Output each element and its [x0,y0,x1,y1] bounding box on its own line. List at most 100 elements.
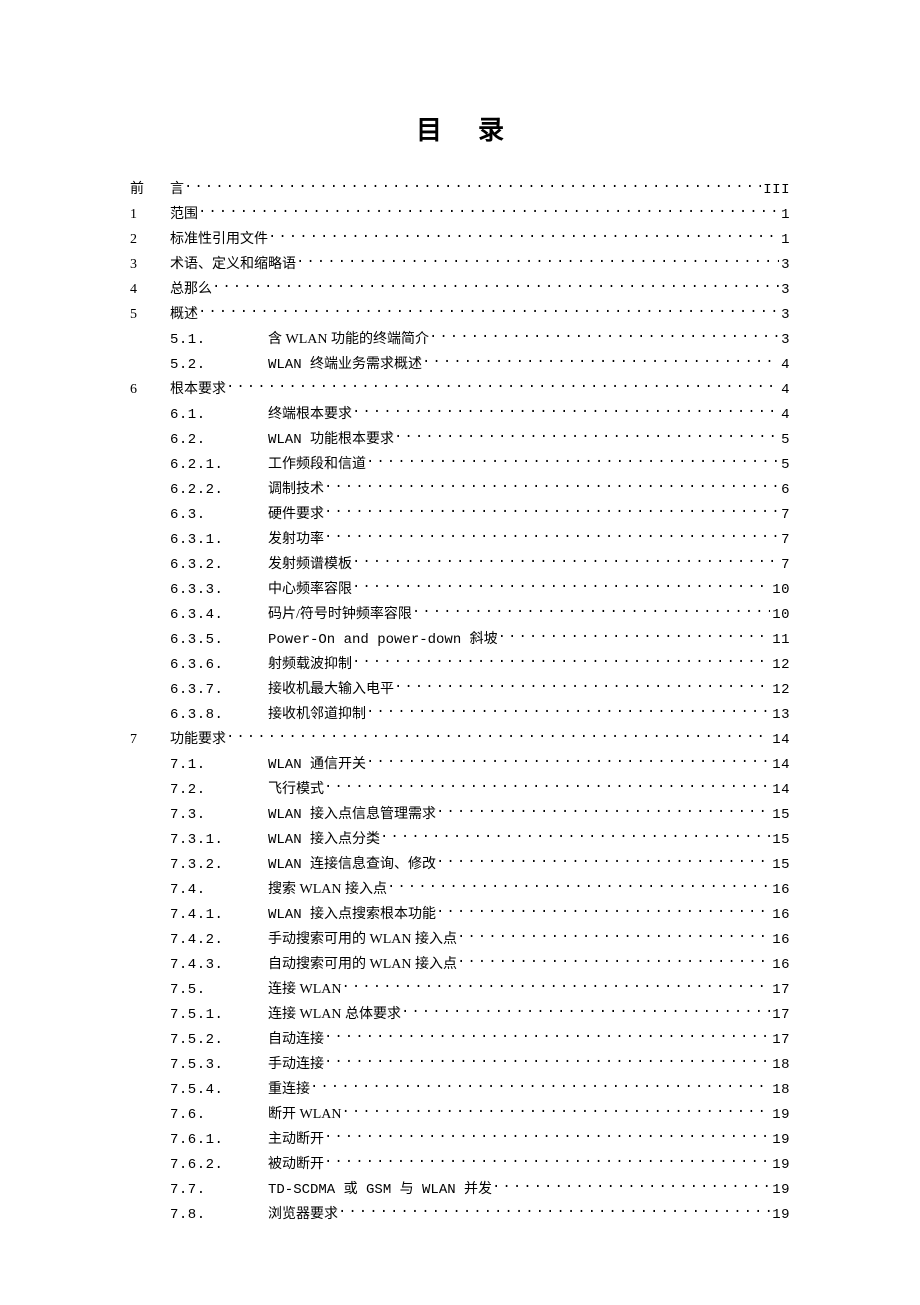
toc-entry: 2标准性引用文件 1 [130,225,790,250]
toc-leader-dots [352,554,779,568]
toc-entry-title: 重连接 [268,1083,310,1097]
toc-section-number: 6.3.2. [170,558,268,572]
toc-entry-title: 被动断开 [268,1158,324,1172]
toc-leader-dots [352,404,779,418]
toc-entry-title: 搜索 WLAN 接入点 [268,883,387,897]
toc-entry: 7.4.3.自动搜索可用的 WLAN 接入点16 [130,950,790,975]
toc-list: 前言III1范围12标准性引用文件13术语、定义和缩略语34总那么35概述35.… [130,175,790,1225]
toc-entry-title: 接收机邻道抑制 [268,708,366,722]
toc-entry-title: 主动断开 [268,1133,324,1147]
toc-leader-dots [352,654,770,668]
toc-page-number: 12 [770,683,790,697]
toc-section-number: 7.3.1. [170,833,268,847]
toc-entry-title: 工作频段和信道 [268,458,366,472]
toc-page-number: 7 [779,508,790,522]
toc-section-number: 6.2.1. [170,458,268,472]
toc-leader-dots [401,1004,770,1018]
toc-page-number: 10 [770,608,790,622]
toc-entry: 6.3.5.Power-On and power-down 斜坡11 [130,625,790,650]
toc-leader-dots [324,779,770,793]
toc-entry-title: 言 [170,183,184,197]
toc-entry-title: 术语、定义和缩略语 [170,258,296,272]
toc-page-number: III [761,183,790,197]
toc-entry-title: 根本要求 [170,383,226,397]
toc-page-number: 15 [770,833,790,847]
toc-leader-dots [457,954,770,968]
toc-entry-title: 范围 [170,208,198,222]
toc-page-number: 7 [779,533,790,547]
toc-section-number: 6.3.3. [170,583,268,597]
toc-leader-dots [324,1154,770,1168]
toc-entry: 7.6.1.主动断开 19 [130,1125,790,1150]
toc-entry-title: 手动搜索可用的 WLAN 接入点 [268,933,457,947]
toc-section-number: 7.2. [170,783,268,797]
toc-leader-dots [412,604,770,618]
toc-entry: 4总那么3 [130,275,790,300]
toc-entry: 5.2.WLAN 终端业务需求概述4 [130,350,790,375]
toc-page-number: 4 [779,408,790,422]
toc-section-number: 5.2. [170,358,268,372]
toc-entry: 7.7.TD-SCDMA 或 GSM 与 WLAN 并发19 [130,1175,790,1200]
toc-entry-title: 总那么 [170,283,212,297]
toc-entry: 前言III [130,175,790,200]
toc-entry-title: 标准性引用文件 [170,233,268,247]
toc-page-number: 13 [770,708,790,722]
toc-leader-dots [198,204,779,218]
toc-entry: 6.3.2.发射频谱模板7 [130,550,790,575]
toc-page-number: 14 [770,758,790,772]
toc-leader-dots [436,854,770,868]
toc-page-number: 7 [779,558,790,572]
toc-leader-dots [436,904,770,918]
toc-page-number: 11 [770,633,790,647]
toc-page-number: 10 [770,583,790,597]
toc-entry-title: 含 WLAN 功能的终端简介 [268,333,429,347]
toc-section-number: 7.8. [170,1208,268,1222]
toc-entry-title: 硬件要求 [268,508,324,522]
toc-leader-dots [366,454,779,468]
toc-entry-title: WLAN 通信开关 [268,758,366,772]
toc-section-number: 7.6. [170,1108,268,1122]
toc-entry: 6.3.3.中心频率容限10 [130,575,790,600]
toc-page-number: 17 [770,983,790,997]
toc-leader-dots [324,504,779,518]
toc-entry: 6.3.6.射频载波抑制12 [130,650,790,675]
toc-section-number: 7.6.1. [170,1133,268,1147]
toc-section-number: 7.5.1. [170,1008,268,1022]
toc-chapter-number: 7 [130,733,170,747]
toc-leader-dots [226,729,770,743]
toc-section-number: 6.3.4. [170,608,268,622]
toc-page-number: 19 [770,1133,790,1147]
toc-leader-dots [198,304,779,318]
toc-entry-title: WLAN 连接信息查询、修改 [268,858,436,872]
toc-entry: 7.6.2.被动断开19 [130,1150,790,1175]
toc-entry-title: 调制技术 [268,483,324,497]
toc-chapter-number: 6 [130,383,170,397]
toc-page-number: 17 [770,1033,790,1047]
toc-page-number: 18 [770,1058,790,1072]
toc-entry: 1范围1 [130,200,790,225]
toc-leader-dots [324,529,779,543]
toc-page-number: 16 [770,883,790,897]
toc-entry-title: 断开 WLAN [268,1108,342,1122]
toc-section-number: 7.4.3. [170,958,268,972]
toc-entry: 6.2.WLAN 功能根本要求5 [130,425,790,450]
toc-section-number: 6.3.1. [170,533,268,547]
toc-entry: 7.4.2.手动搜索可用的 WLAN 接入点16 [130,925,790,950]
toc-leader-dots [324,1129,770,1143]
toc-leader-dots [324,1054,770,1068]
toc-entry: 6.2.1.工作频段和信道5 [130,450,790,475]
toc-leader-dots [387,879,770,893]
toc-entry-title: TD-SCDMA 或 GSM 与 WLAN 并发 [268,1183,492,1197]
toc-entry-title: 自动连接 [268,1033,324,1047]
toc-entry: 7.5.3.手动连接18 [130,1050,790,1075]
toc-entry: 7.8.浏览器要求19 [130,1200,790,1225]
toc-page-number: 1 [779,208,790,222]
toc-section-number: 7.3. [170,808,268,822]
toc-page-number: 3 [779,333,790,347]
toc-page-number: 1 [779,233,790,247]
toc-entry: 7.4.搜索 WLAN 接入点16 [130,875,790,900]
toc-entry-title: WLAN 接入点搜索根本功能 [268,908,436,922]
toc-leader-dots [324,1029,770,1043]
toc-chapter-number: 2 [130,233,170,247]
toc-section-number: 6.2.2. [170,483,268,497]
